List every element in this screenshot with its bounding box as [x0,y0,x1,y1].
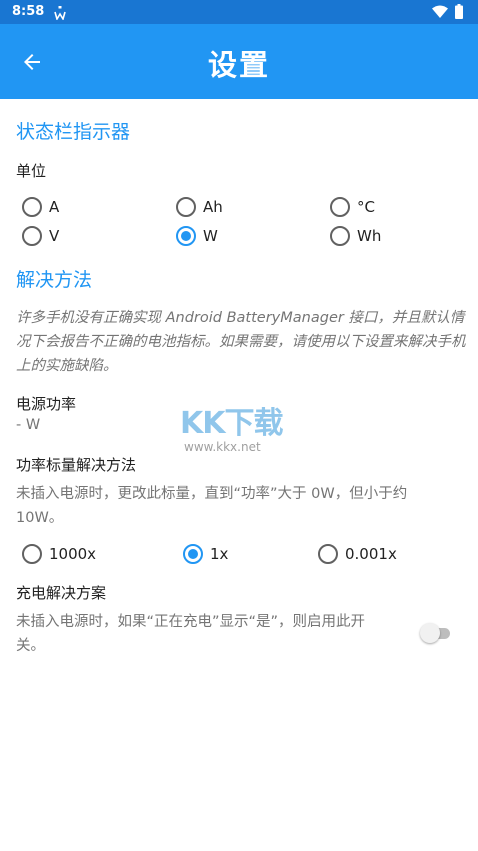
battery-icon [455,4,463,19]
radio-unit-v[interactable]: V [22,225,59,247]
radio-label: V [49,227,60,245]
radio-checked-icon [183,544,203,564]
watermark-url: www.kkx.net [184,440,261,454]
radio-unit-ah[interactable]: Ah [176,196,223,218]
unit-label: 单位 [16,162,47,180]
status-time: 8:58 [12,4,45,19]
power-scale-title: 功率标量解决方法 [16,456,137,474]
section-header-status-bar-indicator: 状态栏指示器 [16,121,131,143]
power-label: 电源功率 [16,395,77,413]
radio-scale-1000x[interactable]: 1000x [22,543,96,565]
radio-unit-wh[interactable]: Wh [330,225,381,247]
radio-label: °C [357,198,375,216]
radio-unchecked-icon [330,226,350,246]
radio-unit-celsius[interactable]: °C [330,196,375,218]
radio-scale-0001x[interactable]: 0.001x [318,543,397,565]
workarounds-description: 许多手机没有正确实现 Android BatteryManager 接口，并且默… [16,310,466,374]
charging-title: 充电解决方案 [16,584,107,602]
wifi-icon [432,5,448,18]
radio-checked-icon [176,226,196,246]
watermark-logo: KK下载 [180,406,284,441]
app-bar: 设置 [0,24,478,99]
page-title: 设置 [207,48,270,82]
radio-unchecked-icon [318,544,338,564]
radio-label: 0.001x [345,545,397,563]
radio-unchecked-icon [176,197,196,217]
radio-unchecked-icon [22,544,42,564]
switch-thumb [420,623,440,643]
power-scale-description: 未插入电源时，更改此标量，直到“功率”大于 0W，但小于约 10W。 [16,486,408,526]
radio-unchecked-icon [22,226,42,246]
radio-unit-w[interactable]: W [176,225,218,247]
radio-label: A [49,198,60,216]
radio-label: Ah [203,198,223,216]
radio-unit-a[interactable]: A [22,196,59,218]
radio-label: 1000x [49,545,97,563]
radio-unchecked-icon [22,197,42,217]
power-value: - W [16,417,41,433]
status-bar: 8:58 [0,0,478,24]
w-notification-icon [54,6,66,20]
radio-label: W [203,227,218,245]
radio-scale-1x[interactable]: 1x [183,543,228,565]
charging-workaround-switch[interactable] [420,622,452,644]
radio-label: 1x [210,545,229,563]
charging-description: 未插入电源时，如果“正在充电”显示“是”，则启用此开关。 [16,614,366,654]
section-header-workarounds: 解决方法 [16,269,93,291]
radio-unchecked-icon [330,197,350,217]
radio-label: Wh [357,227,382,245]
watermark: KK下载 www.kkx.net [180,398,305,460]
